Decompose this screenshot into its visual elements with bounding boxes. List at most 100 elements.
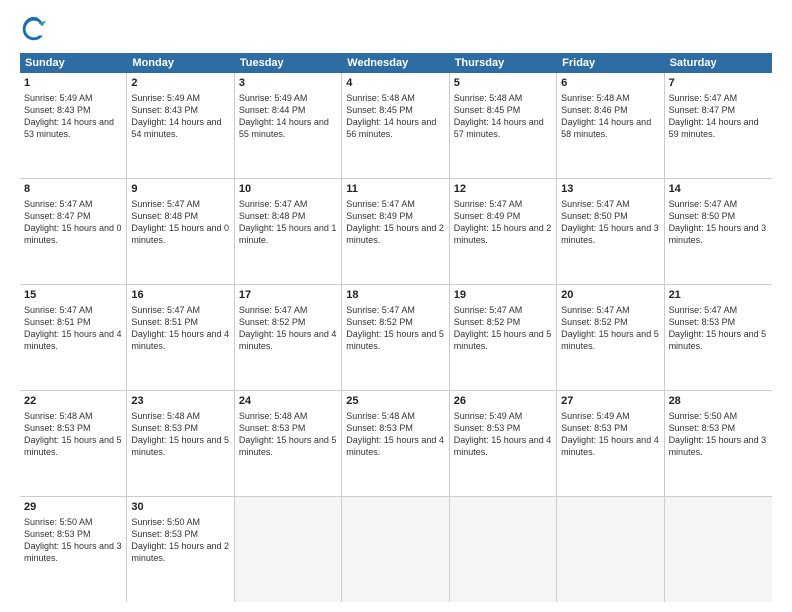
- calendar-day-header: Sunday: [20, 53, 127, 73]
- calendar-cell: 12 Sunrise: 5:47 AMSunset: 8:49 PMDayligh…: [450, 179, 557, 284]
- calendar: SundayMondayTuesdayWednesdayThursdayFrid…: [20, 53, 772, 602]
- calendar-header: SundayMondayTuesdayWednesdayThursdayFrid…: [20, 53, 772, 73]
- day-number: 2: [131, 76, 229, 91]
- day-number: 10: [239, 182, 337, 197]
- day-number: 7: [669, 76, 768, 91]
- day-number: 14: [669, 182, 768, 197]
- calendar-cell: 24 Sunrise: 5:48 AMSunset: 8:53 PMDayligh…: [235, 391, 342, 496]
- sun-info: Sunrise: 5:47 AMSunset: 8:49 PMDaylight:…: [454, 199, 552, 245]
- day-number: 26: [454, 394, 552, 409]
- sun-info: Sunrise: 5:47 AMSunset: 8:53 PMDaylight:…: [669, 305, 767, 351]
- sun-info: Sunrise: 5:48 AMSunset: 8:45 PMDaylight:…: [346, 93, 436, 139]
- day-number: 8: [24, 182, 122, 197]
- sun-info: Sunrise: 5:49 AMSunset: 8:53 PMDaylight:…: [454, 411, 552, 457]
- sun-info: Sunrise: 5:47 AMSunset: 8:48 PMDaylight:…: [131, 199, 229, 245]
- calendar-cell: 29 Sunrise: 5:50 AMSunset: 8:53 PMDayligh…: [20, 497, 127, 602]
- sun-info: Sunrise: 5:50 AMSunset: 8:53 PMDaylight:…: [24, 517, 122, 563]
- day-number: 15: [24, 288, 122, 303]
- calendar-cell: 28 Sunrise: 5:50 AMSunset: 8:53 PMDayligh…: [665, 391, 772, 496]
- day-number: 23: [131, 394, 229, 409]
- calendar-day-header: Wednesday: [342, 53, 449, 73]
- sun-info: Sunrise: 5:47 AMSunset: 8:50 PMDaylight:…: [669, 199, 767, 245]
- sun-info: Sunrise: 5:47 AMSunset: 8:52 PMDaylight:…: [454, 305, 552, 351]
- day-number: 24: [239, 394, 337, 409]
- day-number: 5: [454, 76, 552, 91]
- calendar-week-row: 1 Sunrise: 5:49 AMSunset: 8:43 PMDaylight…: [20, 73, 772, 179]
- day-number: 27: [561, 394, 659, 409]
- calendar-week-row: 29 Sunrise: 5:50 AMSunset: 8:53 PMDayligh…: [20, 497, 772, 602]
- sun-info: Sunrise: 5:47 AMSunset: 8:48 PMDaylight:…: [239, 199, 337, 245]
- day-number: 17: [239, 288, 337, 303]
- sun-info: Sunrise: 5:47 AMSunset: 8:52 PMDaylight:…: [346, 305, 444, 351]
- calendar-week-row: 22 Sunrise: 5:48 AMSunset: 8:53 PMDayligh…: [20, 391, 772, 497]
- day-number: 29: [24, 500, 122, 515]
- sun-info: Sunrise: 5:47 AMSunset: 8:52 PMDaylight:…: [239, 305, 337, 351]
- calendar-cell: 15 Sunrise: 5:47 AMSunset: 8:51 PMDayligh…: [20, 285, 127, 390]
- calendar-cell: 23 Sunrise: 5:48 AMSunset: 8:53 PMDayligh…: [127, 391, 234, 496]
- calendar-day-header: Tuesday: [235, 53, 342, 73]
- day-number: 18: [346, 288, 444, 303]
- sun-info: Sunrise: 5:50 AMSunset: 8:53 PMDaylight:…: [669, 411, 767, 457]
- calendar-day-header: Thursday: [450, 53, 557, 73]
- sun-info: Sunrise: 5:49 AMSunset: 8:43 PMDaylight:…: [131, 93, 221, 139]
- sun-info: Sunrise: 5:49 AMSunset: 8:43 PMDaylight:…: [24, 93, 114, 139]
- calendar-cell: 27 Sunrise: 5:49 AMSunset: 8:53 PMDayligh…: [557, 391, 664, 496]
- calendar-cell-empty: [665, 497, 772, 602]
- calendar-day-header: Saturday: [665, 53, 772, 73]
- calendar-cell: 5 Sunrise: 5:48 AMSunset: 8:45 PMDaylight…: [450, 73, 557, 178]
- day-number: 21: [669, 288, 768, 303]
- calendar-cell: 26 Sunrise: 5:49 AMSunset: 8:53 PMDayligh…: [450, 391, 557, 496]
- logo-icon: [20, 15, 48, 43]
- sun-info: Sunrise: 5:48 AMSunset: 8:45 PMDaylight:…: [454, 93, 544, 139]
- calendar-cell-empty: [557, 497, 664, 602]
- sun-info: Sunrise: 5:48 AMSunset: 8:53 PMDaylight:…: [239, 411, 337, 457]
- day-number: 20: [561, 288, 659, 303]
- page: SundayMondayTuesdayWednesdayThursdayFrid…: [0, 0, 792, 612]
- day-number: 30: [131, 500, 229, 515]
- sun-info: Sunrise: 5:47 AMSunset: 8:51 PMDaylight:…: [131, 305, 229, 351]
- calendar-cell: 13 Sunrise: 5:47 AMSunset: 8:50 PMDayligh…: [557, 179, 664, 284]
- calendar-cell: 16 Sunrise: 5:47 AMSunset: 8:51 PMDayligh…: [127, 285, 234, 390]
- calendar-cell: 10 Sunrise: 5:47 AMSunset: 8:48 PMDayligh…: [235, 179, 342, 284]
- calendar-week-row: 8 Sunrise: 5:47 AMSunset: 8:47 PMDaylight…: [20, 179, 772, 285]
- calendar-cell-empty: [342, 497, 449, 602]
- sun-info: Sunrise: 5:47 AMSunset: 8:47 PMDaylight:…: [669, 93, 759, 139]
- logo: [20, 15, 52, 43]
- calendar-cell: 6Sunrise: 5:48 AMSunset: 8:46 PMDaylight…: [557, 73, 664, 178]
- sun-info: Sunrise: 5:47 AMSunset: 8:49 PMDaylight:…: [346, 199, 444, 245]
- calendar-week-row: 15 Sunrise: 5:47 AMSunset: 8:51 PMDayligh…: [20, 285, 772, 391]
- sun-info: Sunrise: 5:48 AMSunset: 8:53 PMDaylight:…: [346, 411, 444, 457]
- day-number: 22: [24, 394, 122, 409]
- calendar-cell: 19Sunrise: 5:47 AMSunset: 8:52 PMDayligh…: [450, 285, 557, 390]
- day-number: 28: [669, 394, 768, 409]
- calendar-body: 1 Sunrise: 5:49 AMSunset: 8:43 PMDaylight…: [20, 73, 772, 602]
- calendar-cell: 11 Sunrise: 5:47 AMSunset: 8:49 PMDayligh…: [342, 179, 449, 284]
- calendar-cell: 3Sunrise: 5:49 AMSunset: 8:44 PMDaylight…: [235, 73, 342, 178]
- sun-info: Sunrise: 5:47 AMSunset: 8:47 PMDaylight:…: [24, 199, 122, 245]
- day-number: 12: [454, 182, 552, 197]
- sun-info: Sunrise: 5:47 AMSunset: 8:50 PMDaylight:…: [561, 199, 659, 245]
- calendar-cell-empty: [450, 497, 557, 602]
- day-number: 11: [346, 182, 444, 197]
- calendar-cell: 22Sunrise: 5:48 AMSunset: 8:53 PMDayligh…: [20, 391, 127, 496]
- day-number: 9: [131, 182, 229, 197]
- calendar-cell: 20Sunrise: 5:47 AMSunset: 8:52 PMDayligh…: [557, 285, 664, 390]
- day-number: 1: [24, 76, 122, 91]
- calendar-cell: 18 Sunrise: 5:47 AMSunset: 8:52 PMDayligh…: [342, 285, 449, 390]
- sun-info: Sunrise: 5:47 AMSunset: 8:51 PMDaylight:…: [24, 305, 122, 351]
- day-number: 16: [131, 288, 229, 303]
- calendar-cell: 30 Sunrise: 5:50 AMSunset: 8:53 PMDayligh…: [127, 497, 234, 602]
- sun-info: Sunrise: 5:50 AMSunset: 8:53 PMDaylight:…: [131, 517, 229, 563]
- calendar-cell: 14 Sunrise: 5:47 AMSunset: 8:50 PMDayligh…: [665, 179, 772, 284]
- sun-info: Sunrise: 5:48 AMSunset: 8:53 PMDaylight:…: [131, 411, 229, 457]
- day-number: 25: [346, 394, 444, 409]
- calendar-cell: 9 Sunrise: 5:47 AMSunset: 8:48 PMDaylight…: [127, 179, 234, 284]
- day-number: 4: [346, 76, 444, 91]
- sun-info: Sunrise: 5:49 AMSunset: 8:53 PMDaylight:…: [561, 411, 659, 457]
- calendar-cell: 4 Sunrise: 5:48 AMSunset: 8:45 PMDaylight…: [342, 73, 449, 178]
- sun-info: Sunrise: 5:48 AMSunset: 8:46 PMDaylight:…: [561, 93, 651, 139]
- calendar-cell: 1 Sunrise: 5:49 AMSunset: 8:43 PMDaylight…: [20, 73, 127, 178]
- day-number: 13: [561, 182, 659, 197]
- calendar-cell: 25 Sunrise: 5:48 AMSunset: 8:53 PMDayligh…: [342, 391, 449, 496]
- calendar-cell: 8 Sunrise: 5:47 AMSunset: 8:47 PMDaylight…: [20, 179, 127, 284]
